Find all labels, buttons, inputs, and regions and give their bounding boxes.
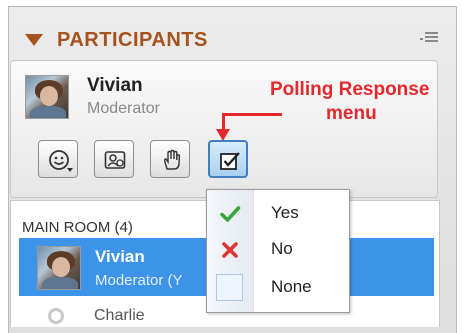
empty-box-icon [216,274,243,301]
participant-name: Vivian [95,247,145,266]
room-label: MAIN ROOM (4) [22,219,133,236]
status-ring-icon [48,308,64,324]
polling-response-annotation: Polling Response menu [270,78,429,126]
poll-option-yes[interactable]: Yes [207,196,349,230]
polling-checkbox-icon [220,152,240,170]
panel-options-icon[interactable] [420,29,440,45]
checkmark-icon [220,206,241,222]
raise-hand-icon [163,149,181,170]
poll-option-label: Yes [271,203,299,222]
collapse-triangle-icon[interactable] [25,34,43,46]
profile-icon [104,151,126,169]
annotation-line1: Polling Response [270,79,430,100]
emoticon-button[interactable] [38,140,78,178]
raise-hand-button[interactable] [150,140,190,178]
polling-response-button[interactable] [208,140,248,178]
current-user-role: Moderator [87,100,160,117]
participant-role: Moderator (Y [95,272,183,289]
poll-option-label: None [271,277,312,296]
annotation-line2: menu [326,103,377,124]
annotation-arrow-horizontal [222,113,282,116]
cross-icon [222,242,238,258]
profile-status-button[interactable] [94,140,134,178]
panel-title: PARTICIPANTS [57,29,208,51]
panel-header[interactable]: PARTICIPANTS [9,7,456,59]
poll-option-no[interactable]: No [207,232,349,266]
participant-name: Charlie [94,307,145,324]
user-avatar [25,75,69,119]
emoticon-dropdown-icon [67,168,73,172]
screenshot-frame: PARTICIPANTS Vivian Moderator Polling Re… [0,0,462,333]
participant-avatar [37,246,81,290]
current-user-name: Vivian [87,75,143,96]
poll-option-none[interactable]: None [207,270,349,304]
poll-option-label: No [271,239,293,258]
polling-response-menu: Yes No None [206,189,350,313]
